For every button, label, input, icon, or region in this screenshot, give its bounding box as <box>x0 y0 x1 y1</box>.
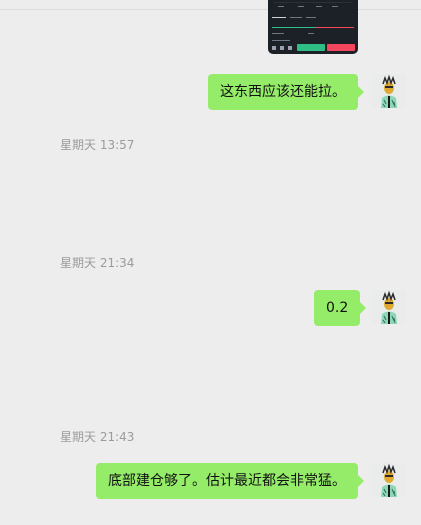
depth-bar-buy <box>272 27 316 28</box>
row-mark <box>272 33 284 34</box>
row-mark <box>272 40 290 41</box>
tick-mark <box>332 6 338 7</box>
message-bubble[interactable]: 底部建仓够了。估计最近都会非常猛。 <box>96 463 364 499</box>
tab-mark <box>306 17 316 18</box>
avatar-image <box>372 463 406 497</box>
avatar[interactable] <box>372 74 406 108</box>
message-text: 0.2 <box>326 300 349 316</box>
timestamp: 星期天 13:57 <box>60 138 135 152</box>
timestamp: 星期天 21:34 <box>60 256 135 270</box>
chat-window: 这东西应该还能拉。 星期天 13:57 星期天 21:34 0.2 星期天 21… <box>0 0 421 525</box>
tick-mark <box>278 6 284 7</box>
message-bubble[interactable]: 0.2 <box>314 290 367 326</box>
tab-underline <box>272 17 286 18</box>
divider <box>274 2 352 3</box>
message-bubble[interactable]: 这东西应该还能拉。 <box>208 74 364 110</box>
row-mark <box>308 33 314 34</box>
avatar-image <box>372 290 406 324</box>
avatar-image <box>372 74 406 108</box>
tick-mark <box>316 6 322 7</box>
tick-mark <box>298 6 304 7</box>
image-message[interactable] <box>268 0 358 54</box>
home-icon <box>272 46 276 50</box>
message-text: 这东西应该还能拉。 <box>220 84 346 100</box>
tab-mark <box>290 17 302 18</box>
avatar[interactable] <box>372 463 406 497</box>
avatar[interactable] <box>372 290 406 324</box>
timestamp: 星期天 21:43 <box>60 430 135 444</box>
star-icon <box>280 46 284 50</box>
chart-icon <box>288 46 292 50</box>
depth-bar-sell <box>316 27 354 28</box>
buy-button <box>297 44 325 51</box>
message-text: 底部建仓够了。估计最近都会非常猛。 <box>108 473 346 489</box>
sell-button <box>327 44 355 51</box>
